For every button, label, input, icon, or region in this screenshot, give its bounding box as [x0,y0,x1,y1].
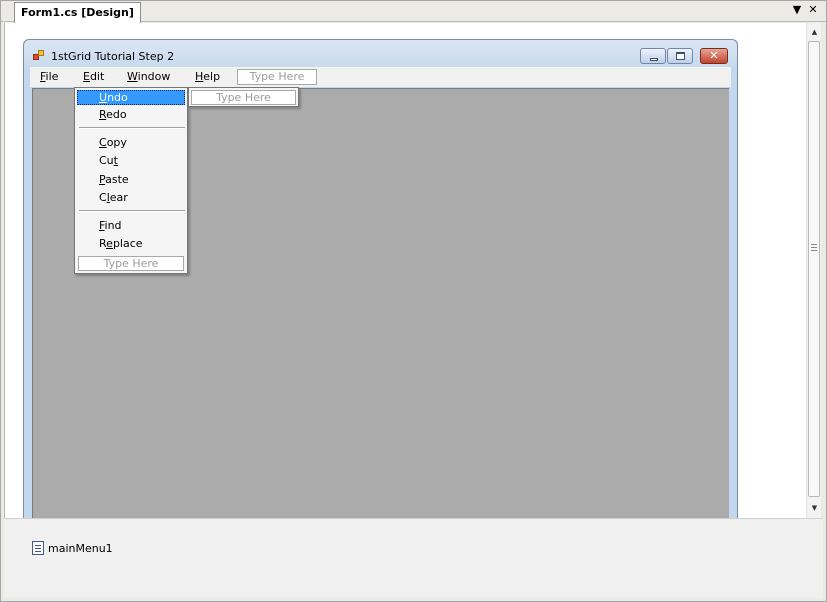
vertical-scrollbar[interactable]: ▲ ▼ [806,23,821,518]
document-tab-strip: Form1.cs [Design] ▼ ✕ [0,0,827,23]
close-button[interactable]: ✕ [700,48,728,64]
minimize-icon [650,58,658,61]
form-title-bar[interactable]: 1stGrid Tutorial Step 2 ✕ [24,40,737,67]
menu-item-cut[interactable]: Cut [99,154,118,168]
menu-item-undo-highlight[interactable] [77,90,185,105]
menubar-type-here-field[interactable]: Type Here [237,69,317,85]
component-tray: mainMenu1 [4,518,823,598]
menu-item-copy[interactable]: Copy [99,136,127,150]
form-title: 1stGrid Tutorial Step 2 [51,50,175,63]
menu-separator [79,210,185,212]
scrollbar-grip-icon [811,244,817,251]
close-icon: ✕ [709,49,719,62]
menu-separator [79,127,185,129]
menu-item-find[interactable]: Find [99,219,122,233]
maximize-icon [676,52,685,60]
menu-file[interactable]: File [40,70,58,84]
tab-list-dropdown-icon[interactable]: ▼ [790,3,804,17]
main-menu-component-icon[interactable] [32,541,44,555]
form-menubar: File Edit Window Help Type Here [30,67,731,87]
document-tab-form1-design[interactable]: Form1.cs [Design] [14,2,141,23]
close-tab-icon[interactable]: ✕ [806,3,820,17]
undo-submenu: Type Here [188,87,299,107]
scroll-up-arrow-icon[interactable]: ▲ [807,25,822,40]
menu-item-undo[interactable]: Undo [99,91,128,105]
scroll-down-arrow-icon[interactable]: ▼ [807,501,822,516]
designer-window: Form1.cs [Design] ▼ ✕ ▲ ▼ 1stGrid Tutori… [0,0,827,602]
menu-item-redo[interactable]: Redo [99,108,127,122]
menu-help[interactable]: Help [195,70,220,84]
menu-edit[interactable]: Edit [83,70,104,84]
edit-menu-type-here-field[interactable]: Type Here [78,256,184,271]
submenu-type-here-field[interactable]: Type Here [191,90,296,105]
component-main-menu[interactable]: mainMenu1 [48,542,113,556]
scrollbar-thumb[interactable] [808,41,820,497]
minimize-button[interactable] [640,48,666,64]
menu-item-paste[interactable]: Paste [99,173,129,187]
menu-item-clear[interactable]: Clear [99,191,128,205]
menu-item-replace[interactable]: Replace [99,237,143,251]
edit-menu-dropdown: Undo Redo Copy Cut Paste Clear Find Repl… [74,87,188,274]
menu-window[interactable]: Window [127,70,170,84]
maximize-button[interactable] [667,48,693,64]
app-icon [33,50,45,61]
